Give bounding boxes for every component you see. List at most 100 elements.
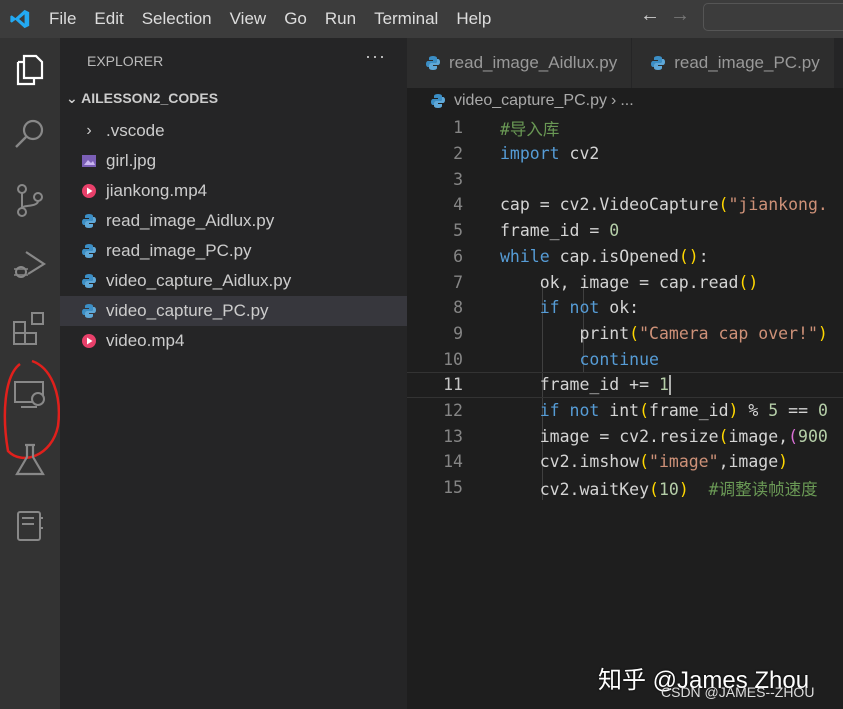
file-item[interactable]: › .vscode: [60, 116, 407, 146]
menu-view[interactable]: View: [221, 0, 276, 38]
code-text: cv2.imshow("image",image): [500, 452, 788, 471]
files-icon[interactable]: [10, 50, 50, 90]
tab-label: read_image_PC.py: [674, 53, 820, 72]
python-file-icon: [650, 55, 666, 71]
code-text: import cv2: [500, 144, 599, 163]
code-text: while cap.isOpened():: [500, 247, 709, 266]
python-file-icon: [425, 55, 441, 71]
menu-go[interactable]: Go: [275, 0, 316, 38]
code-line: 6 while cap.isOpened():: [407, 244, 843, 270]
file-item[interactable]: video.mp4: [60, 326, 407, 356]
extensions-icon[interactable]: [10, 308, 50, 348]
code-token: ): [678, 479, 689, 499]
menu-edit[interactable]: Edit: [85, 0, 132, 38]
file-item[interactable]: video_capture_Aidlux.py: [60, 266, 407, 296]
line-number: 15: [443, 478, 463, 498]
vscode-logo-icon: [0, 0, 40, 38]
search-icon[interactable]: [10, 114, 50, 154]
code-token: (): [738, 272, 759, 292]
code-line: 5 frame_id = 0: [407, 218, 843, 244]
code-token: (: [639, 452, 650, 472]
line-number: 13: [443, 426, 463, 446]
file-item[interactable]: read_image_PC.py: [60, 236, 407, 266]
menu-file[interactable]: File: [40, 0, 85, 38]
code-token: print: [500, 323, 630, 343]
run-debug-icon[interactable]: [10, 244, 50, 284]
menu-selection[interactable]: Selection: [133, 0, 221, 38]
code-token: frame_id: [649, 401, 729, 421]
video-file-icon: [80, 332, 98, 350]
tab-read_image_Aidlux-py[interactable]: read_image_Aidlux.py: [407, 38, 633, 88]
line-number: 3: [453, 169, 463, 189]
file-item[interactable]: girl.jpg: [60, 146, 407, 176]
code-token: "image": [649, 452, 719, 472]
code-token: 10: [658, 479, 679, 499]
code-line: 10 continue: [407, 346, 843, 372]
editor-tabs: read_image_Aidlux.py read_image_PC.py: [407, 38, 843, 88]
file-item[interactable]: video_capture_PC.py: [60, 296, 407, 326]
line-number: 2: [453, 144, 463, 164]
notebook-icon[interactable]: [10, 506, 50, 546]
code-line: 7 ok, image = cap.read(): [407, 269, 843, 295]
code-token: (: [788, 426, 799, 446]
workspace-root-folder[interactable]: ⌄ AILESSON2_CODES: [66, 90, 218, 107]
code-token: "Camera cap over!": [639, 323, 818, 343]
file-item[interactable]: read_image_Aidlux.py: [60, 206, 407, 236]
file-label: read_image_Aidlux.py: [106, 211, 275, 230]
command-center-search[interactable]: [703, 3, 843, 31]
code-text: if not ok:: [500, 298, 639, 317]
code-token: (: [649, 479, 659, 499]
text-cursor: [668, 375, 671, 396]
code-token: 900: [798, 426, 828, 446]
code-token: %: [738, 401, 769, 421]
breadcrumb-separator: ›: [610, 92, 617, 109]
code-token: (): [678, 246, 699, 266]
more-actions-button[interactable]: ···: [365, 46, 386, 67]
breadcrumb-symbols[interactable]: ...: [620, 92, 633, 110]
source-control-icon[interactable]: [10, 180, 50, 220]
code-line: 11 frame_id += 1: [407, 372, 843, 398]
file-label: girl.jpg: [106, 151, 157, 170]
code-token: continue: [579, 349, 659, 369]
file-label: jiankong.mp4: [106, 181, 208, 200]
breadcrumb: video_capture_PC.py › ...: [430, 92, 634, 110]
code-token: if not: [539, 298, 600, 318]
breadcrumb-file[interactable]: video_capture_PC.py: [454, 92, 607, 110]
code-text: image = cv2.resize(image,(900: [500, 427, 828, 446]
code-token: image = cv2.resize: [500, 426, 719, 446]
python-file-icon: [80, 272, 98, 290]
csdn-watermark: CSDN @JAMES--ZHOU: [661, 684, 815, 700]
code-token: image,: [728, 426, 789, 446]
code-token: cv2.waitKey: [500, 479, 650, 499]
code-token: int: [599, 401, 640, 421]
code-token: ok:: [599, 298, 640, 318]
arrow-right-icon[interactable]: →: [670, 4, 690, 26]
file-item[interactable]: jiankong.mp4: [60, 176, 407, 206]
code-token: 0: [817, 401, 828, 421]
code-token: ,image: [718, 452, 779, 472]
code-line: 13 image = cv2.resize(image,(900: [407, 423, 843, 449]
code-token: (: [718, 426, 729, 446]
menu-run[interactable]: Run: [316, 0, 365, 38]
code-token: #导入库: [500, 119, 560, 139]
code-token: (: [639, 401, 650, 421]
code-token: ): [728, 401, 739, 421]
code-token: while: [500, 246, 550, 266]
testing-flask-icon[interactable]: [10, 440, 50, 480]
line-number: 8: [453, 298, 463, 318]
line-number: 10: [443, 349, 463, 369]
code-token: :: [698, 246, 709, 266]
menu-terminal[interactable]: Terminal: [365, 0, 447, 38]
tab-read_image_PC-py[interactable]: read_image_PC.py: [632, 38, 835, 88]
arrow-left-icon[interactable]: ←: [640, 4, 660, 26]
code-token: ): [778, 452, 789, 472]
code-line: 8 if not ok:: [407, 295, 843, 321]
code-line: 1 #导入库: [407, 115, 843, 141]
menu-help[interactable]: Help: [447, 0, 500, 38]
line-number: 12: [443, 401, 463, 421]
code-line: 9 print("Camera cap over!"): [407, 321, 843, 347]
chevron-down-icon: ⌄: [66, 90, 82, 106]
code-editor[interactable]: 1 #导入库 2 import cv2 3 4 cap = cv2.VideoCapture…: [407, 115, 843, 515]
